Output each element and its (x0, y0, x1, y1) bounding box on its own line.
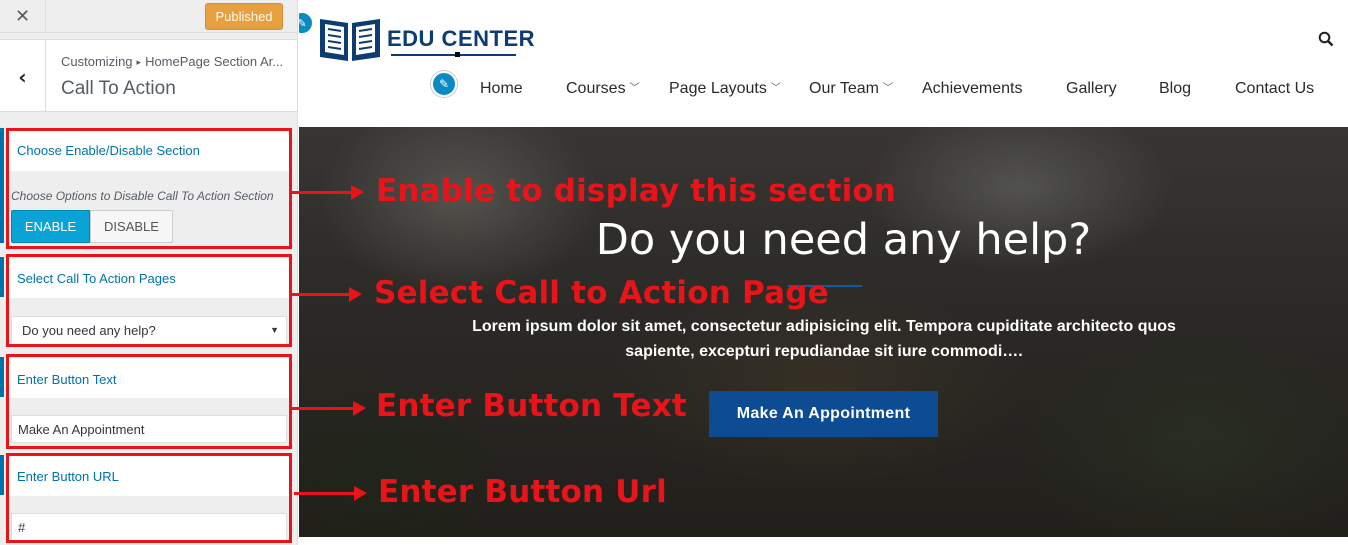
close-icon[interactable]: ✕ (0, 0, 46, 33)
breadcrumb-root: Customizing (61, 54, 133, 69)
logo-underline (391, 54, 516, 56)
nav-page-layouts[interactable]: Page Layouts ﹀ (669, 80, 781, 98)
nav-courses[interactable]: Courses ﹀ (566, 80, 640, 98)
annotation-enable: Enable to display this section (376, 173, 897, 209)
nav-gallery[interactable]: Gallery (1066, 80, 1117, 98)
highlight-box (6, 354, 292, 449)
appointment-button[interactable]: Make An Appointment (709, 391, 938, 437)
nav-blog[interactable]: Blog (1159, 80, 1191, 98)
annotation-arrow-icon (292, 287, 362, 302)
annotation-select-page: Select Call to Action Page (374, 275, 829, 311)
section-header: ‹ Customizing ▸ HomePage Section Ar... Cal… (0, 39, 297, 113)
annotation-button-url: Enter Button Url (378, 474, 667, 510)
nav-home[interactable]: Home (480, 80, 523, 98)
annotation-button-text: Enter Button Text (376, 388, 687, 424)
breadcrumb-parent: HomePage Section Ar... (145, 54, 284, 69)
pencil-edit-icon[interactable]: ✎ (299, 11, 314, 35)
customizer-header: ✕ Published (0, 0, 297, 33)
nav-our-team[interactable]: Our Team ﹀ (809, 80, 893, 98)
pencil-edit-icon[interactable]: ✎ (431, 71, 457, 97)
chevron-down-icon: ﹀ (882, 83, 893, 94)
highlight-box (6, 453, 292, 543)
hero-text: Lorem ipsum dolor sit amet, consectetur … (472, 318, 1176, 360)
customizer-panel: ✕ Published ‹ Customizing ▸ HomePage Secti… (0, 0, 298, 545)
back-icon[interactable]: ‹ (0, 40, 46, 113)
section-title: Call To Action (61, 78, 176, 99)
hero-title: Do you need any help? (595, 215, 1092, 265)
annotation-arrow-icon (292, 401, 366, 416)
logo-dot (455, 52, 460, 57)
control-accent-bar (0, 455, 4, 495)
highlight-box (6, 254, 292, 347)
control-accent-bar (0, 357, 4, 397)
annotation-arrow-icon (294, 486, 367, 501)
site-header: ✎ EDU CENTER ✎ Home Courses ﹀ Page Layout… (299, 0, 1348, 127)
annotation-arrow-icon (292, 185, 364, 200)
site-preview: ✎ EDU CENTER ✎ Home Courses ﹀ Page Layout… (299, 0, 1348, 545)
control-accent-bar (0, 128, 4, 243)
nav-achievements[interactable]: Achievements (922, 80, 1023, 98)
highlight-box (6, 128, 292, 249)
breadcrumb-separator-icon: ▸ (136, 57, 142, 67)
breadcrumb: Customizing ▸ HomePage Section Ar... (61, 54, 291, 69)
site-logo-text[interactable]: EDU CENTER (387, 26, 535, 52)
control-accent-bar (0, 257, 4, 297)
chevron-down-icon: ﹀ (629, 83, 640, 94)
publish-button[interactable]: Published (205, 3, 283, 30)
chevron-down-icon: ﹀ (770, 83, 781, 94)
search-icon[interactable] (1318, 31, 1334, 47)
nav-contact-us[interactable]: Contact Us (1235, 80, 1314, 98)
book-logo-icon[interactable] (318, 15, 382, 61)
